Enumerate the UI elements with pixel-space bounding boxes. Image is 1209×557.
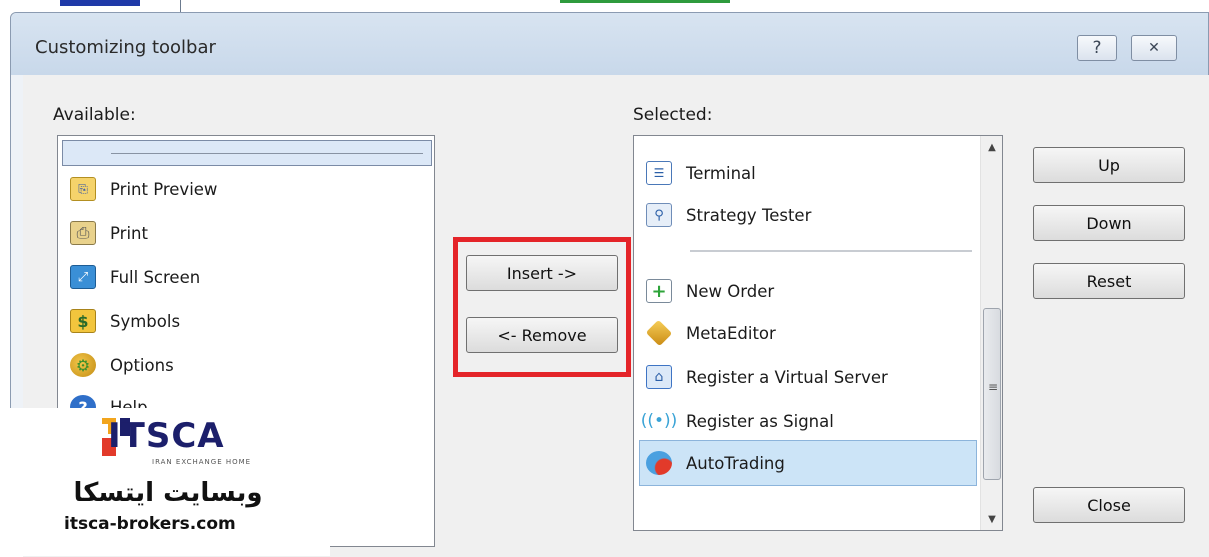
- separator-line: [111, 153, 423, 154]
- selected-item-label: AutoTrading: [686, 453, 785, 473]
- virtual-server-icon: ⌂: [646, 365, 672, 389]
- available-separator-item[interactable]: [62, 140, 432, 166]
- selected-item-terminal[interactable]: ☰ Terminal: [634, 152, 1002, 194]
- available-item-print[interactable]: ⎙ Print: [58, 212, 434, 254]
- watermark-tagline: IRAN EXCHANGE HOME: [152, 458, 252, 466]
- down-button[interactable]: Down: [1033, 205, 1185, 241]
- background-chart-mark: [60, 0, 140, 6]
- selected-item-label: MetaEditor: [686, 323, 776, 343]
- up-button[interactable]: Up: [1033, 147, 1185, 183]
- available-item-symbols[interactable]: $ Symbols: [58, 300, 434, 342]
- full-screen-icon: ⤢: [70, 265, 96, 289]
- scroll-down-arrow[interactable]: ▼: [981, 508, 1003, 530]
- strategy-tester-icon: ⚲: [646, 203, 672, 227]
- dialog-title: Customizing toolbar: [35, 37, 216, 58]
- scroll-grip-icon: ≡: [988, 380, 999, 394]
- selected-item-metaeditor[interactable]: MetaEditor: [634, 312, 1002, 354]
- symbols-icon: $: [70, 309, 96, 333]
- available-item-label: Full Screen: [110, 267, 201, 287]
- terminal-icon: ☰: [646, 161, 672, 185]
- watermark-brand: ITSCA: [108, 416, 225, 456]
- selected-separator: [690, 250, 972, 252]
- selected-item-virtual-server[interactable]: ⌂ Register a Virtual Server: [634, 356, 1002, 398]
- selected-list-scrollbar[interactable]: ▲ ≡ ▼: [980, 136, 1002, 530]
- close-window-button[interactable]: ✕: [1131, 35, 1177, 61]
- close-icon: ✕: [1148, 40, 1160, 56]
- selected-item-signal[interactable]: ((•)) Register as Signal: [634, 400, 1002, 442]
- selected-list[interactable]: ☰ Terminal ⚲ Strategy Tester + New Order…: [633, 135, 1003, 531]
- selected-item-label: Register as Signal: [686, 411, 834, 431]
- available-item-label: Symbols: [110, 311, 181, 331]
- available-item-label: Print: [110, 223, 148, 243]
- reset-button[interactable]: Reset: [1033, 263, 1185, 299]
- remove-button[interactable]: <- Remove: [466, 317, 618, 353]
- selected-item-new-order[interactable]: + New Order: [634, 270, 1002, 312]
- selected-item-strategy-tester[interactable]: ⚲ Strategy Tester: [634, 194, 1002, 236]
- options-icon: ⚙: [70, 353, 96, 377]
- print-preview-icon: ⎘: [70, 177, 96, 201]
- printer-icon: ⎙: [70, 221, 96, 245]
- available-item-label: Print Preview: [110, 179, 218, 199]
- selected-item-label: Strategy Tester: [686, 205, 812, 225]
- selected-item-label: Terminal: [686, 163, 756, 183]
- insert-button[interactable]: Insert ->: [466, 255, 618, 291]
- metaeditor-icon: [645, 319, 673, 347]
- title-bar: Customizing toolbar ? ✕: [11, 13, 1208, 75]
- available-item-options[interactable]: ⚙ Options: [58, 344, 434, 386]
- itsca-watermark: ITSCA IRAN EXCHANGE HOME وبسایت ایتسکا i…: [0, 408, 330, 556]
- selected-label: Selected:: [633, 105, 713, 125]
- available-item-full-screen[interactable]: ⤢ Full Screen: [58, 256, 434, 298]
- help-button[interactable]: ?: [1077, 35, 1117, 61]
- available-item-label: Options: [110, 355, 174, 375]
- close-button[interactable]: Close: [1033, 487, 1185, 523]
- new-order-icon: +: [646, 279, 672, 303]
- signal-icon: ((•)): [640, 411, 678, 431]
- scroll-up-arrow[interactable]: ▲: [981, 136, 1003, 158]
- help-icon: ?: [1092, 38, 1102, 58]
- available-label: Available:: [53, 105, 136, 125]
- available-item-print-preview[interactable]: ⎘ Print Preview: [58, 168, 434, 210]
- selected-item-label: Register a Virtual Server: [686, 367, 888, 387]
- watermark-persian: وبسایت ایتسکا: [73, 478, 263, 508]
- autotrading-icon: [646, 451, 672, 475]
- scroll-thumb[interactable]: ≡: [983, 308, 1001, 480]
- selected-item-autotrading[interactable]: AutoTrading: [634, 442, 1002, 484]
- watermark-url: itsca-brokers.com: [64, 514, 236, 534]
- selected-item-label: New Order: [686, 281, 775, 301]
- background-chart-line: [560, 0, 730, 3]
